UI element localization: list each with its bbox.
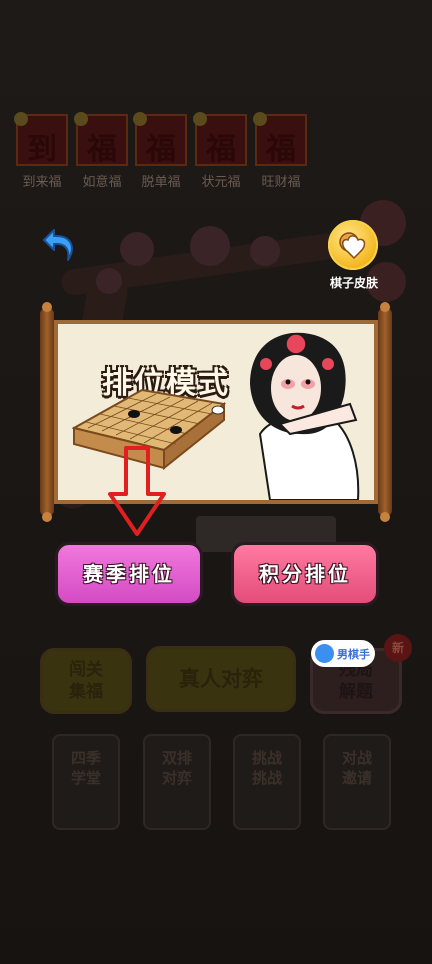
- fu-card-label: 旺财福: [261, 175, 301, 190]
- blossom: [250, 236, 280, 266]
- fu-card-label: 如意福: [82, 175, 122, 190]
- season-ranking-button[interactable]: 赛季排位: [55, 542, 203, 606]
- blossom: [190, 226, 230, 266]
- fu-card: 到: [14, 112, 68, 167]
- fu-card-label: 状元福: [201, 175, 241, 190]
- bg-tile-challenge: 挑战 挑战: [233, 734, 301, 830]
- chess-skin-label: 棋子皮肤: [329, 276, 378, 290]
- chess-skin-button[interactable]: [328, 220, 378, 270]
- bg-button-levels: 闯关 集福: [40, 648, 132, 714]
- new-badge: 新: [384, 634, 412, 662]
- back-arrow-icon: [43, 229, 73, 261]
- fu-card: 福: [133, 112, 187, 167]
- bg-tile-double: 双排 对弈: [143, 734, 211, 830]
- fu-card-label: 脱单福: [141, 175, 181, 190]
- toggle-knob: [315, 644, 334, 663]
- back-button[interactable]: [40, 224, 80, 264]
- down-arrow-hint-icon: [108, 446, 166, 536]
- fu-card-label: 到来福: [22, 175, 62, 190]
- blossom: [96, 268, 122, 294]
- bg-tile-invite: 对战 邀请: [323, 734, 391, 830]
- fu-card: 福: [253, 112, 307, 167]
- opera-character-illustration: [250, 332, 360, 500]
- blossom: [120, 232, 154, 266]
- bg-tile-school: 四季 学堂: [52, 734, 120, 830]
- fu-card: 福: [74, 112, 128, 167]
- scroll-rod-right: [378, 302, 392, 522]
- points-ranking-button[interactable]: 积分排位: [231, 542, 379, 606]
- ranking-mode-scroll: 排位模式: [40, 302, 392, 522]
- gender-toggle-label: 男棋手: [337, 648, 370, 661]
- heart-chess-icon: [339, 232, 366, 260]
- scroll-paper: 排位模式: [54, 320, 378, 504]
- bg-button-pvp: 真人对弈: [146, 646, 296, 712]
- scroll-rod-left: [40, 302, 54, 522]
- gender-toggle[interactable]: 男棋手: [311, 640, 375, 667]
- fu-card: 福: [193, 112, 247, 167]
